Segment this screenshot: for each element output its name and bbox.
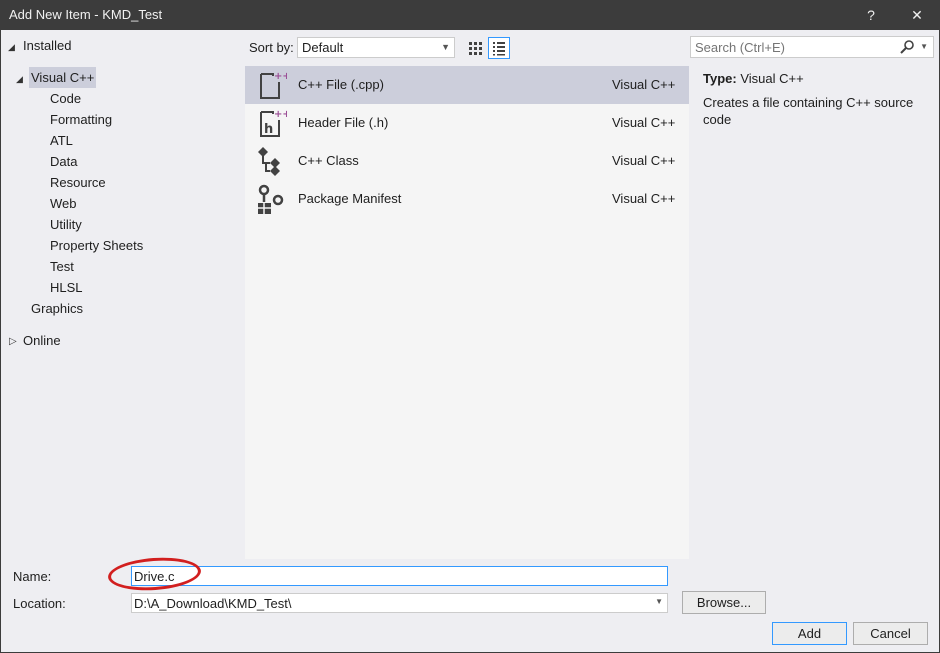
template-list: ++ C++ File (.cpp) Visual C++ h ++ Heade…: [245, 66, 689, 559]
chevron-down-icon[interactable]: ▼: [920, 42, 928, 51]
tree-item-code[interactable]: Code: [50, 88, 81, 109]
tree-item-utility[interactable]: Utility: [50, 214, 82, 235]
browse-button[interactable]: Browse...: [682, 591, 766, 614]
category-tree: ◢ Installed ◢ Visual C++ Code Formatting…: [1, 30, 245, 559]
sort-dropdown[interactable]: Default ▼: [297, 37, 455, 58]
template-language: Visual C++: [612, 115, 676, 130]
list-view-icon: [493, 42, 505, 56]
tree-item-property-sheets[interactable]: Property Sheets: [50, 235, 143, 256]
expanded-arrow-icon[interactable]: ◢: [8, 42, 15, 53]
title-bar: Add New Item - KMD_Test ? ✕: [0, 0, 940, 30]
type-label: Type:: [703, 71, 737, 86]
window-title: Add New Item - KMD_Test: [9, 7, 163, 22]
cpp-file-icon: ++: [260, 71, 287, 99]
location-label: Location:: [13, 596, 66, 611]
location-combobox[interactable]: D:\A_Download\KMD_Test\ ▼: [131, 593, 668, 613]
template-name: Package Manifest: [298, 191, 402, 206]
package-manifest-icon: [258, 184, 284, 214]
template-language: Visual C++: [612, 77, 676, 92]
help-button[interactable]: ?: [858, 3, 884, 27]
template-name: C++ Class: [298, 153, 359, 168]
list-view-button[interactable]: [488, 37, 510, 59]
search-input[interactable]: [695, 39, 895, 55]
type-row: Type: Visual C++: [703, 71, 933, 86]
svg-text:++: ++: [274, 71, 287, 82]
sort-toolbar: Sort by: Default ▼: [245, 30, 689, 66]
tree-item-graphics[interactable]: Graphics: [31, 298, 83, 319]
template-description: Creates a file containing C++ source cod…: [703, 95, 914, 127]
tree-item-hlsl[interactable]: HLSL: [50, 277, 83, 298]
template-row-header-file[interactable]: h ++ Header File (.h) Visual C++: [245, 104, 689, 142]
cpp-class-icon: [258, 147, 280, 176]
grid-view-icon: [469, 42, 482, 55]
add-button[interactable]: Add: [772, 622, 847, 645]
tree-item-online[interactable]: Online: [23, 330, 61, 351]
template-row-package-manifest[interactable]: Package Manifest Visual C++: [245, 180, 689, 218]
sort-value: Default: [302, 40, 344, 55]
collapsed-arrow-icon[interactable]: ▷: [9, 336, 17, 347]
header-file-icon: h ++: [260, 109, 287, 137]
template-language: Visual C++: [612, 191, 676, 206]
close-button[interactable]: ✕: [904, 3, 930, 27]
template-row-cpp-class[interactable]: C++ Class Visual C++: [245, 142, 689, 180]
tree-item-data[interactable]: Data: [50, 151, 77, 172]
template-name: C++ File (.cpp): [298, 77, 384, 92]
chevron-down-icon[interactable]: ▼: [655, 597, 663, 606]
sort-label: Sort by:: [249, 40, 294, 55]
tree-item-atl[interactable]: ATL: [50, 130, 73, 151]
name-input[interactable]: [134, 568, 664, 584]
svg-text:++: ++: [274, 109, 287, 120]
search-box[interactable]: ▼: [690, 36, 934, 58]
expanded-arrow-icon[interactable]: ◢: [16, 74, 23, 85]
grid-view-button[interactable]: [464, 37, 486, 59]
tree-item-installed[interactable]: Installed: [23, 35, 71, 56]
details-pane: Type: Visual C++ Creates a file containi…: [703, 71, 933, 128]
search-icon[interactable]: [899, 39, 915, 55]
location-value: D:\A_Download\KMD_Test\: [134, 596, 292, 611]
cancel-button[interactable]: Cancel: [853, 622, 928, 645]
tree-item-visual-cpp[interactable]: Visual C++: [29, 67, 97, 88]
name-field[interactable]: [131, 566, 668, 586]
type-value: Visual C++: [740, 71, 804, 86]
tree-item-test[interactable]: Test: [50, 256, 74, 277]
svg-text:h: h: [264, 122, 273, 137]
template-language: Visual C++: [612, 153, 676, 168]
chevron-down-icon: ▼: [441, 42, 450, 52]
template-row-cpp-file[interactable]: ++ C++ File (.cpp) Visual C++: [245, 66, 689, 104]
tree-item-resource[interactable]: Resource: [50, 172, 106, 193]
tree-item-web[interactable]: Web: [50, 193, 77, 214]
name-label: Name:: [13, 569, 52, 584]
tree-item-formatting[interactable]: Formatting: [50, 109, 112, 130]
template-name: Header File (.h): [298, 115, 389, 130]
